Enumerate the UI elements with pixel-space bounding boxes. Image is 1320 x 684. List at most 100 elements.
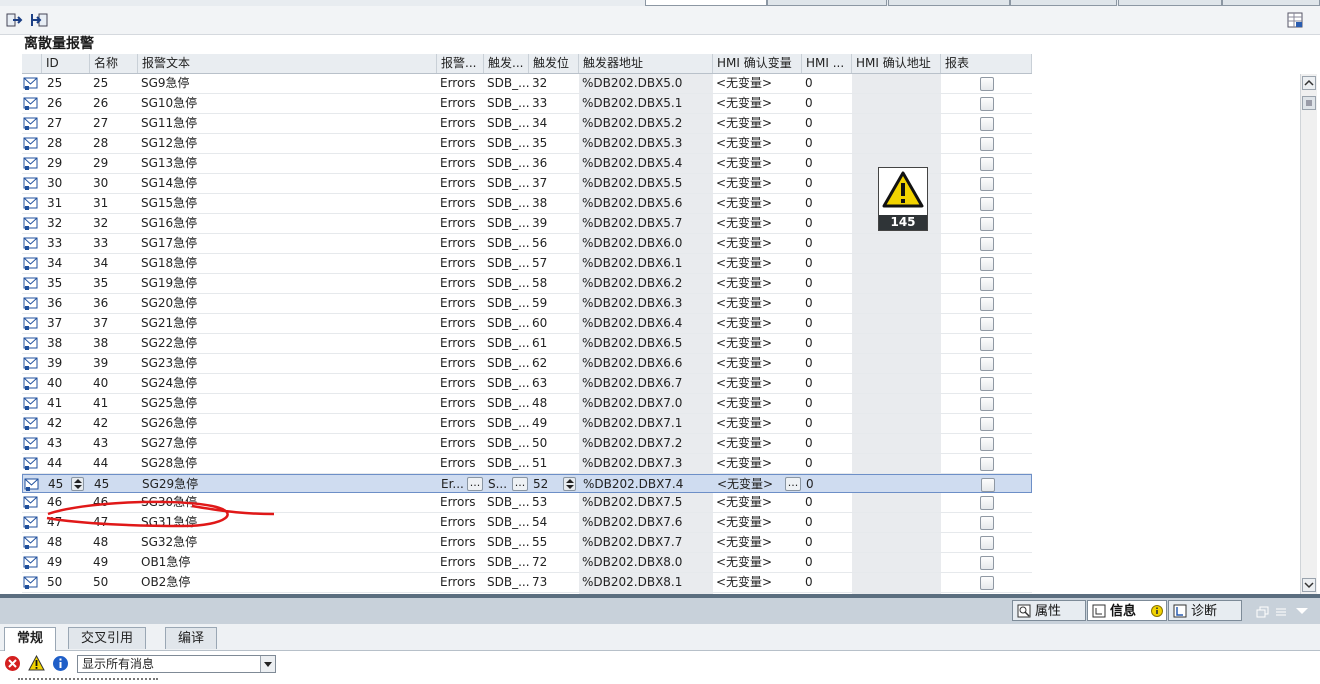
cell-name[interactable]: 41 <box>90 394 138 413</box>
cell-hmi-ack-bit[interactable]: 0 <box>802 354 852 373</box>
cell-alarm-text[interactable]: SG15急停 <box>138 194 437 213</box>
scroll-up-icon[interactable] <box>1302 76 1316 90</box>
cell-name[interactable]: 29 <box>90 154 138 173</box>
cell-hmi-ack-bit[interactable]: 0 <box>802 553 852 572</box>
cell-hmi-ack-tag[interactable]: <无变量> <box>713 294 802 313</box>
cell-trigger-address[interactable]: %DB202.DBX5.4 <box>579 154 713 173</box>
cell-trigger-bit[interactable]: 36 <box>529 154 579 173</box>
cell-name[interactable]: 36 <box>90 294 138 313</box>
report-checkbox[interactable] <box>980 536 994 550</box>
cell-hmi-ack-tag[interactable]: <无变量> <box>713 553 802 572</box>
cell-name[interactable]: 32 <box>90 214 138 233</box>
cell-hmi-ack-bit[interactable]: 0 <box>802 314 852 333</box>
cell-trigger-address[interactable]: %DB202.DBX5.1 <box>579 94 713 113</box>
chevron-down-icon[interactable] <box>260 656 275 672</box>
cell-trigger-tag[interactable]: SDB_... <box>484 174 529 193</box>
table-settings-icon[interactable] <box>1286 11 1304 29</box>
report-checkbox[interactable] <box>980 496 994 510</box>
cell-hmi-ack-tag[interactable]: <无变量> <box>713 513 802 532</box>
cell-trigger-bit[interactable]: 72 <box>529 553 579 572</box>
cell-alarm-class[interactable]: Errors <box>437 154 484 173</box>
cell-hmi-ack-tag[interactable]: <无变量> <box>713 234 802 253</box>
cell-trigger-address[interactable]: %DB202.DBX5.2 <box>579 114 713 133</box>
cell-alarm-text[interactable]: SG9急停 <box>138 74 437 93</box>
cell-hmi-ack-bit[interactable]: 0 <box>802 334 852 353</box>
report-checkbox[interactable] <box>980 397 994 411</box>
cell-hmi-ack-bit[interactable]: 0 <box>802 533 852 552</box>
report-checkbox[interactable] <box>980 197 994 211</box>
cell-hmi-ack-tag[interactable]: <无变量> <box>713 414 802 433</box>
cell-hmi-ack-bit[interactable]: 0 <box>802 493 852 512</box>
table-row[interactable]: 42 42 SG26急停 Errors SDB_... 49 %DB202.DBX7.1 <无… <box>22 414 1032 434</box>
cell-trigger-tag[interactable]: SDB_... <box>484 214 529 233</box>
report-checkbox[interactable] <box>980 117 994 131</box>
table-row[interactable]: 40 40 SG24急停 Errors SDB_... 63 %DB202.DBX6.7 <无… <box>22 374 1032 394</box>
cell-hmi-ack-address[interactable] <box>852 254 941 273</box>
cell-alarm-text[interactable]: SG32急停 <box>138 533 437 552</box>
report-checkbox[interactable] <box>980 157 994 171</box>
cell-trigger-bit[interactable]: 56 <box>529 234 579 253</box>
cell-hmi-ack-bit[interactable]: 0 <box>802 154 852 173</box>
report-checkbox[interactable] <box>980 337 994 351</box>
cell-hmi-ack-tag[interactable]: <无变量> <box>713 254 802 273</box>
cell-trigger-address[interactable]: %DB202.DBX8.1 <box>579 573 713 592</box>
cell-trigger-address[interactable]: %DB202.DBX6.7 <box>579 374 713 393</box>
table-row[interactable]: 48 48 SG32急停 Errors SDB_... 55 %DB202.DBX7.7 <无… <box>22 533 1032 553</box>
report-checkbox[interactable] <box>980 457 994 471</box>
cell-hmi-ack-address[interactable] <box>852 274 941 293</box>
cell-hmi-ack-address[interactable] <box>852 414 941 433</box>
cell-hmi-ack-address[interactable] <box>852 94 941 113</box>
cell-hmi-ack-address[interactable] <box>852 394 941 413</box>
col-header-hmi-ack-tag[interactable]: HMI 确认变量 <box>713 54 802 73</box>
cell-id[interactable]: 37 <box>44 314 68 333</box>
cell-trigger-tag[interactable]: SDB_... <box>484 454 529 473</box>
cell-alarm-text[interactable]: SG10急停 <box>138 94 437 113</box>
cell-alarm-text[interactable]: SG18急停 <box>138 254 437 273</box>
cell-id[interactable]: 31 <box>44 194 68 213</box>
error-filter-icon[interactable] <box>4 655 21 672</box>
collapse-icon[interactable] <box>1296 608 1308 614</box>
cell-name[interactable]: 46 <box>90 493 138 512</box>
cell-trigger-tag[interactable]: SDB_... <box>484 414 529 433</box>
cell-hmi-ack-bit[interactable]: 0 <box>802 214 852 233</box>
cell-hmi-ack-tag[interactable]: <无变量> <box>713 493 802 512</box>
cell-hmi-ack-address[interactable] <box>852 354 941 373</box>
col-header-hmi-ack-address[interactable]: HMI 确认地址 <box>852 54 941 73</box>
cell-name[interactable]: 33 <box>90 234 138 253</box>
cell-alarm-class[interactable]: Errors <box>437 74 484 93</box>
col-header-alarm-class[interactable]: 报警... <box>437 54 484 73</box>
cell-alarm-class[interactable]: Errors <box>437 553 484 572</box>
cell-trigger-address[interactable]: %DB202.DBX6.0 <box>579 234 713 253</box>
tab-properties[interactable]: 属性 <box>1012 600 1086 621</box>
cell-alarm-text[interactable]: SG20急停 <box>138 294 437 313</box>
cell-trigger-tag[interactable]: SDB_... <box>484 314 529 333</box>
cell-hmi-ack-address[interactable] <box>853 475 942 494</box>
cell-trigger-tag[interactable]: SDB_... <box>484 354 529 373</box>
cell-alarm-class[interactable]: Errors <box>437 94 484 113</box>
cell-hmi-ack-tag[interactable]: <无变量> <box>713 214 802 233</box>
cell-hmi-ack-address[interactable] <box>852 533 941 552</box>
alarm-class-browse-button[interactable]: ... <box>467 477 483 491</box>
report-checkbox[interactable] <box>980 576 994 590</box>
cell-trigger-tag[interactable]: SDB_... <box>484 74 529 93</box>
table-row[interactable]: 43 43 SG27急停 Errors SDB_... 50 %DB202.DBX7.2 <无… <box>22 434 1032 454</box>
col-header-name[interactable]: 名称 <box>90 54 138 73</box>
cell-name[interactable]: 31 <box>90 194 138 213</box>
cell-trigger-tag[interactable]: SDB_... <box>484 394 529 413</box>
cell-name[interactable]: 26 <box>90 94 138 113</box>
cell-hmi-ack-bit[interactable]: 0 <box>802 414 852 433</box>
cell-trigger-address[interactable]: %DB202.DBX7.3 <box>579 454 713 473</box>
cell-hmi-ack-bit[interactable]: 0 <box>803 475 853 494</box>
cell-hmi-ack-address[interactable] <box>852 234 941 253</box>
cell-alarm-text[interactable]: SG23急停 <box>138 354 437 373</box>
cell-id[interactable]: 38 <box>44 334 68 353</box>
minimize-icon[interactable] <box>1276 608 1286 616</box>
cell-id[interactable]: 33 <box>44 234 68 253</box>
cell-alarm-class[interactable]: Errors <box>437 394 484 413</box>
cell-name[interactable]: 48 <box>90 533 138 552</box>
cell-hmi-ack-tag[interactable]: <无变量> <box>713 274 802 293</box>
cell-hmi-ack-address[interactable] <box>852 374 941 393</box>
cell-alarm-class[interactable]: Errors <box>437 214 484 233</box>
cell-hmi-ack-bit[interactable]: 0 <box>802 194 852 213</box>
cell-trigger-tag[interactable]: SDB_... <box>484 334 529 353</box>
